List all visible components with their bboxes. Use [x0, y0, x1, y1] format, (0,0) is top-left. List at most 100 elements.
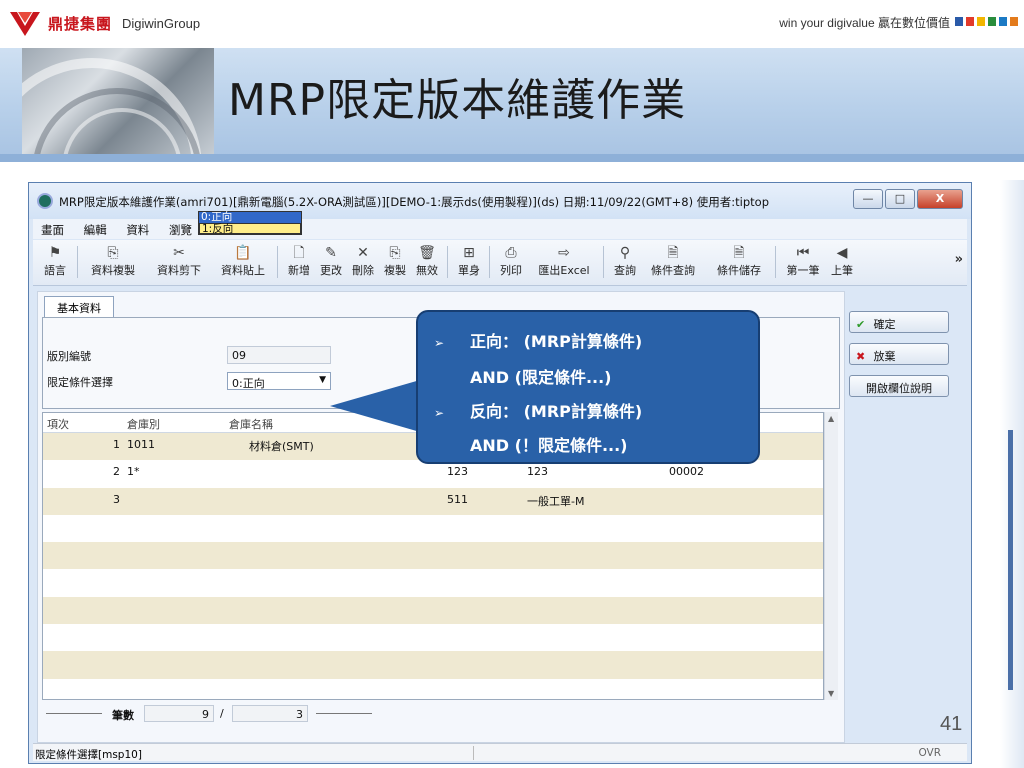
slogan-square [966, 17, 974, 26]
toolbar-label: 刪除 [352, 264, 374, 277]
toolbar-previous-record-button[interactable]: ◀ 上筆 [827, 244, 857, 282]
printer-icon: ⎙ [505, 245, 517, 261]
toolbar-export-excel-button[interactable]: ⇨ 匯出Excel [533, 244, 595, 282]
toolbar-label: 資料剪下 [157, 264, 201, 277]
cell-col6: 00002 [669, 465, 704, 479]
cell-col5: 一般工單-M [527, 494, 585, 508]
condition-select[interactable]: 0:正向 ▼ [227, 372, 331, 390]
version-field[interactable]: 09 [227, 346, 331, 364]
app-icon [37, 193, 53, 209]
slide-header: 鼎捷集團 DigiwinGroup win your digivalue 贏在數… [0, 0, 1024, 48]
toolbar-label: 新增 [288, 264, 310, 277]
cell-col5: 123 [527, 465, 548, 479]
tab-basic-data[interactable]: 基本資料 [44, 296, 114, 318]
toolbar-copy-data-button[interactable]: ⎘ 資料複製 [85, 244, 141, 282]
column-header-warehouse-name[interactable]: 倉庫名稱 [229, 416, 273, 432]
condition-dropdown-list[interactable]: 0:正向 1:反向 [198, 211, 302, 235]
table-row[interactable]: 3 511 一般工單-M [43, 487, 823, 515]
empty-table-row[interactable] [43, 596, 823, 625]
toolbar-label: 語言 [44, 264, 66, 277]
menu-item-edit[interactable]: 編輯 [76, 219, 115, 238]
toolbar-condition-query-button[interactable]: 🗎 條件查詢 [645, 244, 701, 282]
column-header-seq[interactable]: 項次 [47, 416, 69, 432]
copy-icon: ⎘ [389, 245, 401, 261]
cell-col4: 511 [447, 492, 468, 506]
slogan-square [955, 17, 963, 26]
slogan-square [1010, 17, 1018, 26]
scissors-icon: ✂ [173, 245, 185, 261]
empty-table-row[interactable] [43, 679, 823, 699]
field-help-label: 開啟欄位說明 [866, 382, 932, 395]
slogan: win your digivalue 贏在數位價值 [779, 16, 950, 30]
toolbar-paste-data-button[interactable]: 📋 資料貼上 [215, 244, 271, 282]
condition-select-value: 0:正向 [232, 377, 265, 390]
app-window: MRP限定版本維護作業(amri701)[鼎新電腦(5.2X-ORA測試區)][… [28, 182, 972, 764]
grid-scrollbar[interactable]: ▲ ▼ [824, 412, 838, 700]
callout-line1-tail: (MRP計算條件) [523, 332, 643, 351]
toolbar-label: 條件儲存 [717, 264, 761, 277]
dropdown-option-reverse[interactable]: 1:反向 [199, 223, 301, 235]
confirm-button[interactable]: ✔ 確定 [849, 311, 949, 333]
column-header-warehouse[interactable]: 倉庫別 [127, 416, 160, 432]
toolbar-duplicate-button[interactable]: ⎘ 複製 [381, 244, 409, 282]
toolbar-modify-button[interactable]: ✎ 更改 [317, 244, 345, 282]
toolbar-label: 更改 [320, 264, 342, 277]
toolbar-first-record-button[interactable]: ⏮ 第一筆 [783, 244, 823, 282]
trash-icon: 🗑 [418, 245, 436, 261]
table-row[interactable]: 2 1* 123 123 00002 [43, 460, 823, 487]
empty-table-row[interactable] [43, 542, 823, 570]
chevron-down-icon: ▼ [319, 375, 326, 385]
slide-title: MRP限定版本維護作業 [228, 75, 687, 126]
toolbar-label: 列印 [500, 264, 522, 277]
binoculars-icon: ⚲ [619, 245, 631, 261]
scroll-down-icon[interactable]: ▼ [828, 689, 834, 698]
close-button[interactable]: X [917, 189, 963, 209]
menu-item-screen[interactable]: 畫面 [33, 219, 72, 238]
logo-chinese-text: 鼎捷集團 [48, 14, 113, 33]
menu-item-browse[interactable]: 瀏覽 [161, 219, 200, 238]
cell-seq: 3 [113, 492, 120, 506]
band-divider [0, 154, 1024, 162]
toolbar-label: 條件查詢 [651, 264, 695, 277]
detail-icon: ⊞ [463, 245, 475, 261]
grid-body: 1 1011 材料倉(SMT) 2 1* 123 123 00002 3 511… [43, 433, 823, 699]
menu-item-data[interactable]: 資料 [118, 219, 157, 238]
status-bar: 限定條件選擇[msp10] OVR [33, 743, 967, 761]
field-help-button[interactable]: 開啟欄位說明 [849, 375, 949, 397]
cancel-button[interactable]: ✖ 放棄 [849, 343, 949, 365]
document-search-icon: 🗎 [667, 245, 679, 261]
toolbar-cut-data-button[interactable]: ✂ 資料剪下 [151, 244, 207, 282]
version-label: 版別編號 [47, 350, 91, 363]
minimize-button[interactable]: — [853, 189, 883, 209]
empty-table-row[interactable] [43, 569, 823, 596]
toolbar-language-button[interactable]: ⚑ 語言 [41, 244, 69, 282]
callout-line3-tail: (MRP計算條件) [523, 402, 643, 421]
counter-separator: / [220, 707, 224, 720]
toolbar-delete-button[interactable]: ✕ 刪除 [349, 244, 377, 282]
toolbar: ⚑ 語言 ⎘ 資料複製 ✂ 資料剪下 📋 資料貼上 🗋 新增 ✎ 更改 ✕ 刪除 ⎘ 複製 🗑 無… [33, 240, 967, 286]
toolbar-query-button[interactable]: ⚲ 查詢 [611, 244, 639, 282]
flag-icon: ⚑ [48, 245, 62, 261]
maximize-button[interactable]: □ [885, 189, 915, 209]
toolbar-new-button[interactable]: 🗋 新增 [285, 244, 313, 282]
window-title: MRP限定版本維護作業(amri701)[鼎新電腦(5.2X-ORA測試區)][… [59, 195, 769, 209]
toolbar-print-button[interactable]: ⎙ 列印 [497, 244, 525, 282]
empty-table-row[interactable] [43, 515, 823, 542]
logo-english-text: DigiwinGroup [122, 15, 201, 31]
slogan-square [977, 17, 985, 26]
empty-table-row[interactable] [43, 651, 823, 679]
clipboard-icon: 📋 [234, 245, 252, 261]
scroll-up-icon[interactable]: ▲ [828, 414, 834, 423]
toolbar-invalidate-button[interactable]: 🗑 無效 [413, 244, 441, 282]
window-titlebar[interactable]: MRP限定版本維護作業(amri701)[鼎新電腦(5.2X-ORA測試區)][… [29, 183, 971, 219]
dropdown-option-forward[interactable]: 0:正向 [199, 212, 301, 223]
toolbar-overflow-button[interactable]: » [955, 252, 963, 267]
status-mode: OVR [918, 747, 941, 759]
slogan-square [988, 17, 996, 26]
empty-table-row[interactable] [43, 624, 823, 651]
toolbar-condition-save-button[interactable]: 🗎 條件儲存 [711, 244, 767, 282]
menu-bar: 畫面 編輯 資料 瀏覽 [33, 219, 967, 239]
bullet-icon: ➢ [434, 406, 445, 420]
toolbar-detail-button[interactable]: ⊞ 單身 [455, 244, 483, 282]
copy-icon: ⎘ [107, 245, 119, 261]
